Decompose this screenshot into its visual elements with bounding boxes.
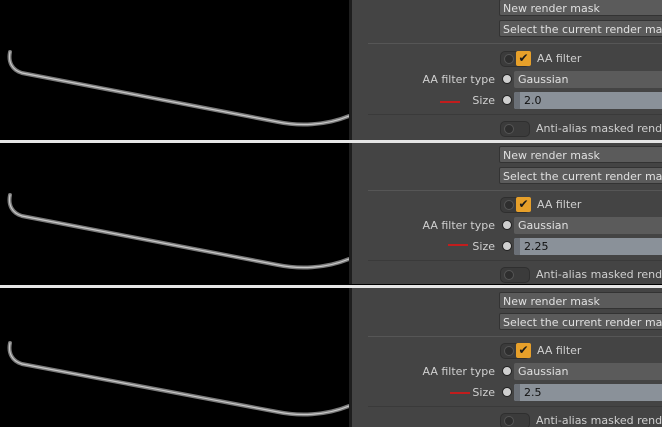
aa-filter-type-label: AA filter type	[422, 219, 495, 232]
aa-filter-type-select[interactable]: Gaussian	[514, 217, 662, 234]
render-viewport	[0, 143, 349, 284]
divider	[368, 260, 662, 261]
toggle-icon	[504, 416, 514, 426]
size-value: 2.5	[524, 386, 542, 399]
toggle-icon	[504, 124, 514, 134]
size-label: Size	[472, 94, 495, 107]
radio-dot-icon[interactable]	[502, 366, 512, 376]
anti-alias-masked-toggle[interactable]	[500, 121, 530, 137]
render-panel-1: New render mask Select the current rende…	[0, 0, 662, 141]
divider	[368, 406, 662, 407]
aa-filter-type-select[interactable]: Gaussian	[514, 71, 662, 88]
aa-filter-type-label: AA filter type	[422, 365, 495, 378]
render-settings: New render mask Select the current rende…	[352, 288, 662, 427]
new-render-mask-button[interactable]: New render mask	[499, 0, 662, 16]
render-settings: New render mask Select the current rende…	[352, 0, 662, 141]
render-viewport	[0, 0, 349, 141]
check-icon[interactable]: ✔	[516, 343, 531, 358]
check-icon[interactable]: ✔	[516, 51, 531, 66]
render-panel-2: New render mask Select the current rende…	[0, 143, 662, 284]
field-lead	[514, 384, 520, 401]
check-icon[interactable]: ✔	[516, 197, 531, 212]
aa-filter-label: AA filter	[537, 198, 582, 211]
toggle-icon	[504, 270, 514, 280]
anti-alias-masked-label: Anti-alias masked render o	[536, 414, 662, 427]
anti-alias-masked-toggle[interactable]	[500, 267, 530, 283]
radio-dot-icon[interactable]	[502, 74, 512, 84]
anti-alias-masked-toggle[interactable]	[500, 413, 530, 427]
size-value: 2.25	[524, 240, 549, 253]
new-render-mask-button[interactable]: New render mask	[499, 292, 662, 309]
radio-dot-icon[interactable]	[502, 220, 512, 230]
aa-filter-label: AA filter	[537, 52, 582, 65]
aa-filter-label: AA filter	[537, 344, 582, 357]
radio-dot-icon[interactable]	[502, 387, 512, 397]
new-render-mask-button[interactable]: New render mask	[499, 146, 662, 163]
field-lead	[514, 92, 520, 109]
rendered-curve	[7, 50, 349, 127]
divider	[368, 43, 662, 44]
rendered-curve	[7, 341, 349, 417]
size-label: Size	[472, 240, 495, 253]
select-render-mask-button[interactable]: Select the current render mask	[499, 167, 662, 184]
rendered-curve	[7, 193, 349, 270]
radio-dot-icon[interactable]	[502, 241, 512, 251]
size-input[interactable]: 2.25	[514, 238, 662, 255]
field-lead	[514, 238, 520, 255]
keyframe-marker-icon	[440, 101, 460, 103]
divider	[368, 336, 662, 337]
toggle-icon	[504, 346, 514, 356]
aa-filter-type-select[interactable]: Gaussian	[514, 363, 662, 380]
size-input[interactable]: 2.5	[514, 384, 662, 401]
aa-filter-type-label: AA filter type	[422, 73, 495, 86]
radio-dot-icon[interactable]	[502, 95, 512, 105]
toggle-icon	[504, 54, 514, 64]
divider	[368, 114, 662, 115]
size-value: 2.0	[524, 94, 542, 107]
toggle-icon	[504, 200, 514, 210]
divider	[368, 190, 662, 191]
anti-alias-masked-label: Anti-alias masked render o	[536, 122, 662, 135]
size-input[interactable]: 2.0	[514, 92, 662, 109]
render-viewport	[0, 288, 349, 427]
size-label: Size	[472, 386, 495, 399]
render-settings: New render mask Select the current rende…	[352, 143, 662, 284]
render-panel-3: New render mask Select the current rende…	[0, 288, 662, 427]
select-render-mask-button[interactable]: Select the current render mask	[499, 313, 662, 330]
select-render-mask-button[interactable]: Select the current render mask	[499, 20, 662, 37]
anti-alias-masked-label: Anti-alias masked render o	[536, 268, 662, 281]
